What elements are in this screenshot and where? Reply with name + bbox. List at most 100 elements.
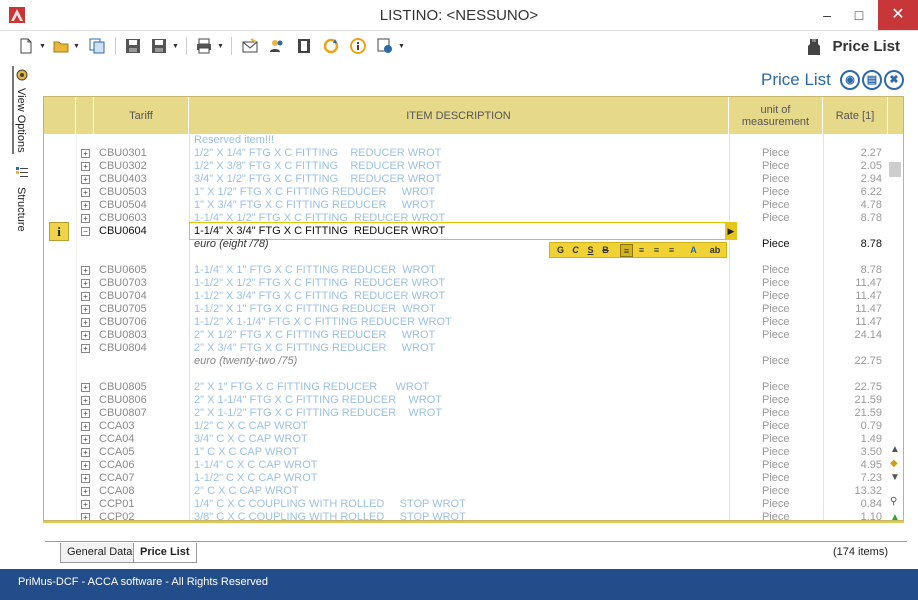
open-dropdown-icon[interactable]: ▼: [73, 43, 80, 50]
email-icon[interactable]: [241, 37, 259, 55]
row-code: CCP01: [99, 498, 135, 510]
expand-icon[interactable]: +: [81, 344, 90, 353]
expand-icon[interactable]: +: [81, 500, 90, 509]
tab-general-data[interactable]: General Data: [60, 543, 140, 563]
table-row[interactable]: + CBU0504 1" X 3/4" FTG X C FITTING REDUCE…: [44, 199, 889, 212]
table-row[interactable]: + CCA05 1" C X C CAP WROT Piece 3.50: [44, 446, 889, 459]
expand-icon[interactable]: +: [81, 188, 90, 197]
collapse-icon[interactable]: −: [81, 227, 90, 236]
row-rate: 2.94: [860, 173, 882, 185]
scroll-down-icon[interactable]: ▼: [890, 472, 900, 483]
table-row[interactable]: + CBU0302 1/2" X 3/8" FTG X C FITTING REDU…: [44, 160, 889, 173]
table-row[interactable]: + CBU0805 2" X 1" FTG X C FITTING REDUCER …: [44, 381, 889, 394]
close-button[interactable]: ✕: [878, 0, 918, 30]
row-code: CBU0605: [99, 264, 147, 276]
filter-icon[interactable]: ◆: [890, 458, 898, 469]
header-rate[interactable]: Rate [1]: [823, 97, 888, 134]
web-dropdown-icon[interactable]: ▼: [398, 43, 405, 50]
table-row[interactable]: + CCA04 3/4" C X C CAP WROT Piece 1.49: [44, 433, 889, 446]
structure-icon[interactable]: [15, 166, 29, 180]
expand-icon[interactable]: +: [81, 396, 90, 405]
expand-icon[interactable]: +: [81, 279, 90, 288]
expand-icon[interactable]: +: [81, 422, 90, 431]
view-options-icon[interactable]: [15, 68, 29, 82]
expand-icon[interactable]: +: [81, 331, 90, 340]
expand-icon[interactable]: +: [81, 461, 90, 470]
open-folder-icon[interactable]: [52, 37, 70, 55]
expand-icon[interactable]: +: [81, 149, 90, 158]
table-row[interactable]: + CCA08 2" C X C CAP WROT Piece 13.32: [44, 485, 889, 498]
side-tab-structure[interactable]: Structure: [15, 187, 27, 232]
table-row[interactable]: + CCA07 1-1/2" C X C CAP WROT Piece 7.23: [44, 472, 889, 485]
table-row[interactable]: + CBU0301 1/2" X 1/4" FTG X C FITTING REDU…: [44, 147, 889, 160]
film-icon[interactable]: [295, 37, 313, 55]
table-row[interactable]: + CBU0705 1-1/2" X 1" FTG X C FITTING REDU…: [44, 303, 889, 316]
header-unit[interactable]: unit of measurement: [729, 97, 823, 134]
row-code: CCA06: [99, 459, 135, 471]
scrollbar-thumb[interactable]: [889, 162, 901, 177]
table-row[interactable]: + CBU0403 3/4" X 1/2" FTG X C FITTING REDU…: [44, 173, 889, 186]
expand-icon[interactable]: +: [81, 318, 90, 327]
description-edit-text[interactable]: 1-1/4" X 3/4" FTG X C FITTING REDUCER WR…: [194, 225, 445, 237]
header-description[interactable]: ITEM DESCRIPTION: [189, 97, 729, 134]
save-as-icon[interactable]: [150, 37, 168, 55]
table-row[interactable]: + CBU0807 2" X 1-1/2" FTG X C FITTING REDU…: [44, 407, 889, 420]
expand-icon[interactable]: +: [81, 383, 90, 392]
tab-price-list[interactable]: Price List: [133, 543, 197, 563]
search-icon[interactable]: ⚲: [890, 496, 897, 507]
expand-icon[interactable]: +: [81, 448, 90, 457]
expand-icon[interactable]: +: [81, 513, 90, 520]
expand-icon[interactable]: +: [81, 266, 90, 275]
web-icon[interactable]: [376, 37, 394, 55]
row-rate: 13.32: [854, 485, 882, 497]
new-document-icon[interactable]: [17, 37, 35, 55]
row-code: CCA08: [99, 485, 135, 497]
add-icon[interactable]: ▲: [890, 512, 900, 520]
expand-icon[interactable]: +: [81, 305, 90, 314]
print-icon[interactable]: [195, 37, 213, 55]
copy-icon[interactable]: [88, 37, 106, 55]
table-row[interactable]: + CBU0703 1-1/2" X 1/2" FTG X C FITTING RE…: [44, 277, 889, 290]
maximize-button[interactable]: □: [839, 0, 879, 30]
table-row[interactable]: + CCP01 1/4" C X C COUPLING WITH ROLLED ST…: [44, 498, 889, 511]
expand-icon[interactable]: +: [81, 162, 90, 171]
info-icon[interactable]: [349, 37, 367, 55]
save-dropdown-icon[interactable]: ▼: [172, 43, 179, 50]
row-unit: Piece: [762, 407, 790, 419]
side-tab-view-options[interactable]: View Options: [15, 88, 27, 153]
table-row[interactable]: + CBU0806 2" X 1-1/4" FTG X C FITTING REDU…: [44, 394, 889, 407]
row-code: CCP02: [99, 511, 135, 521]
expand-icon[interactable]: +: [81, 214, 90, 223]
table-row[interactable]: + CCA06 1-1/4" C X C CAP WROT Piece 4.95: [44, 459, 889, 472]
table-row[interactable]: + CBU0605 1-1/4" X 1" FTG X C FITTING REDU…: [44, 264, 889, 277]
expand-icon[interactable]: +: [81, 409, 90, 418]
table-row[interactable]: + CCP02 3/8" C X C COUPLING WITH ROLLED ST…: [44, 511, 889, 521]
table-row[interactable]: + CBU0503 1" X 1/2" FTG X C FITTING REDUCE…: [44, 186, 889, 199]
save-icon[interactable]: [124, 37, 142, 55]
expand-icon[interactable]: +: [81, 435, 90, 444]
print-dropdown-icon[interactable]: ▼: [217, 43, 224, 50]
refresh-icon[interactable]: [322, 37, 340, 55]
table-row[interactable]: + CBU0803 2" X 1/2" FTG X C FITTING REDUCE…: [44, 329, 889, 342]
row-rate: 7.23: [860, 472, 882, 484]
expand-icon[interactable]: +: [81, 474, 90, 483]
scroll-up-icon[interactable]: ▲: [890, 444, 900, 455]
table-row[interactable]: + CBU0704 1-1/2" X 3/4" FTG X C FITTING RE…: [44, 290, 889, 303]
new-dropdown-icon[interactable]: ▼: [39, 43, 46, 50]
users-icon[interactable]: [268, 37, 286, 55]
vertical-scrollbar[interactable]: ▲ ◆ ▼ ⚲ ▲: [887, 134, 903, 520]
table-row[interactable]: + CBU0706 1-1/2" X 1-1/4" FTG X C FITTING …: [44, 316, 889, 329]
expand-icon[interactable]: +: [81, 201, 90, 210]
row-rate: 4.78: [860, 199, 882, 211]
expand-icon[interactable]: +: [81, 175, 90, 184]
print-list-icon[interactable]: ▤: [862, 70, 882, 90]
table-row[interactable]: + CCA03 1/2" C X C CAP WROT Piece 0.79: [44, 420, 889, 433]
expand-icon[interactable]: +: [81, 487, 90, 496]
row-description: 1" C X C CAP WROT: [194, 446, 299, 458]
expand-icon[interactable]: +: [81, 292, 90, 301]
header-tariff[interactable]: Tariff: [94, 97, 189, 134]
table-row[interactable]: + CBU0804 2" X 3/4" FTG X C FITTING REDUCE…: [44, 342, 889, 355]
view-icon[interactable]: ◉: [840, 70, 860, 90]
row-description: 1-1/2" C X C CAP WROT: [194, 472, 318, 484]
settings-icon[interactable]: ✖: [884, 70, 904, 90]
